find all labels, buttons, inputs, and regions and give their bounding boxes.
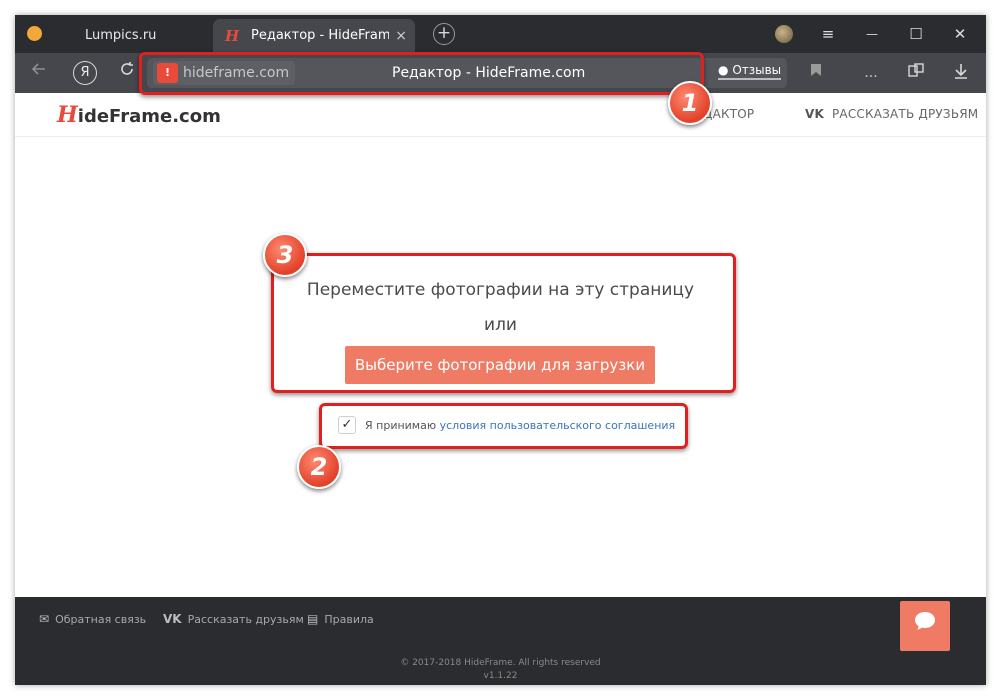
speech-bubble-icon: ●: [718, 63, 729, 77]
chat-bubble-icon: [913, 612, 937, 638]
mail-icon: ✉: [39, 612, 50, 626]
footer-rules-link[interactable]: ▤ Правила: [307, 612, 374, 626]
footer-link-label: Обратная связь: [55, 613, 147, 626]
maximize-button[interactable]: ☐: [895, 15, 937, 53]
yandex-browser-icon[interactable]: [27, 26, 42, 41]
logo-letter: H: [57, 102, 78, 128]
more-button[interactable]: ...: [860, 62, 882, 84]
chat-button[interactable]: [900, 601, 950, 651]
tab-label: Редактор - HideFrame.com: [251, 28, 389, 43]
download-icon[interactable]: [950, 62, 972, 84]
hideframe-logo[interactable]: HideFrame.com: [57, 102, 221, 128]
new-tab-button[interactable]: +: [433, 23, 455, 45]
annotation-box-address: [139, 52, 704, 95]
footer-link-label: Правила: [324, 613, 374, 626]
reviews-label: Отзывы: [732, 63, 782, 77]
close-window-button[interactable]: ✕: [939, 15, 981, 53]
tab-close-icon[interactable]: ×: [395, 19, 407, 53]
vk-icon: VK: [163, 612, 182, 626]
tab-strip: Lumpics.ru H Редактор - HideFrame.com × …: [15, 15, 986, 53]
tab-label: Lumpics.ru: [85, 28, 157, 43]
browser-window: Lumpics.ru H Редактор - HideFrame.com × …: [15, 15, 986, 685]
logo-text: ideFrame.com: [77, 106, 221, 127]
bookmark-icon[interactable]: [805, 62, 827, 84]
minimize-button[interactable]: —: [851, 15, 893, 53]
book-icon: ▤: [307, 612, 319, 626]
nav-share-link[interactable]: VK РАССКАЗАТЬ ДРУЗЬЯМ: [805, 107, 978, 121]
site-header: HideFrame.com ДАКТОР VK РАССКАЗАТЬ ДРУЗЬЯ…: [15, 93, 986, 137]
vk-icon: VK: [805, 107, 824, 121]
footer-link-label: Рассказать друзьям: [187, 613, 304, 626]
annotation-number: 1: [668, 81, 712, 125]
annotation-number: 2: [297, 445, 341, 489]
menu-icon[interactable]: ≡: [807, 15, 849, 53]
footer-feedback-link[interactable]: ✉ Обратная связь: [39, 612, 146, 626]
tab-hideframe[interactable]: H Редактор - HideFrame.com ×: [213, 19, 415, 53]
site-footer: ✉ Обратная связь VK Рассказать друзьям ▤ Пр…: [15, 597, 986, 685]
reviews-button[interactable]: ● Отзывы: [718, 63, 782, 80]
tab-lumpics[interactable]: Lumpics.ru: [73, 19, 203, 53]
yandex-icon[interactable]: Я: [73, 61, 97, 85]
back-arrow-icon[interactable]: [25, 59, 53, 87]
annotation-box-upload: [271, 253, 736, 393]
annotation-number: 3: [263, 233, 307, 277]
reload-icon[interactable]: [113, 59, 141, 87]
version-text: v1.1.22: [483, 671, 518, 681]
profile-icon[interactable]: [775, 25, 793, 43]
copyright-text: © 2017-2018 HideFrame. All rights reserv…: [400, 658, 601, 668]
annotation-box-agreement: [319, 403, 688, 449]
copyright: © 2017-2018 HideFrame. All rights reserv…: [15, 657, 986, 683]
share-label: РАССКАЗАТЬ ДРУЗЬЯМ: [832, 107, 979, 121]
hideframe-favicon-icon: H: [225, 27, 240, 45]
extensions-icon[interactable]: [905, 62, 927, 84]
footer-share-link[interactable]: VK Рассказать друзьям: [163, 612, 304, 626]
